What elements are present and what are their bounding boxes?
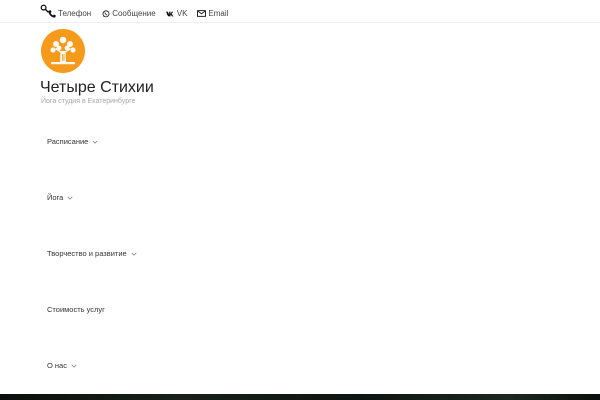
contact-email-label: Email bbox=[208, 9, 229, 18]
menu-item-label: О нас bbox=[47, 361, 67, 370]
chevron-down-icon bbox=[131, 252, 137, 256]
site-tagline: Йога студия в Екатеринбурге bbox=[41, 98, 136, 105]
chevron-down-icon bbox=[71, 364, 77, 368]
menu-item-schedule[interactable]: Расписание bbox=[47, 137, 98, 146]
site-logo[interactable] bbox=[41, 29, 85, 73]
menu-item-label: Стоимость услуг bbox=[47, 305, 105, 314]
contact-vk-label: VK bbox=[176, 9, 188, 18]
whatsapp-icon bbox=[101, 9, 110, 18]
menu-item-label: Расписание bbox=[47, 137, 89, 146]
phone-icon bbox=[47, 9, 56, 18]
site-title[interactable]: Четыре Стихии bbox=[40, 79, 154, 97]
contact-vk-link[interactable]: VK bbox=[166, 9, 188, 18]
mail-icon bbox=[197, 9, 207, 18]
menu-item-yoga[interactable]: Йога bbox=[47, 193, 73, 202]
menu-item-prices[interactable]: Стоимость услуг bbox=[47, 305, 105, 314]
contact-whatsapp-link[interactable]: Сообщение bbox=[101, 9, 156, 18]
menu-item-creativity[interactable]: Творчество и развитие bbox=[47, 249, 137, 258]
menu-item-label: Творчество и развитие bbox=[47, 249, 127, 258]
top-bar: Телефон Сообщение VK Email bbox=[0, 0, 600, 23]
tree-logo-icon bbox=[41, 29, 85, 73]
chevron-down-icon bbox=[67, 196, 73, 200]
contact-links: Телефон Сообщение VK Email bbox=[47, 9, 238, 18]
contact-email-link[interactable]: Email bbox=[197, 9, 228, 18]
chevron-down-icon bbox=[92, 140, 98, 144]
hero-image-edge bbox=[0, 394, 600, 400]
menu-item-label: Йога bbox=[47, 193, 64, 202]
vk-icon bbox=[166, 9, 175, 18]
menu-item-about[interactable]: О нас bbox=[47, 361, 77, 370]
contact-phone-link[interactable]: Телефон bbox=[47, 9, 91, 18]
contact-phone-label: Телефон bbox=[58, 9, 92, 18]
contact-whatsapp-label: Сообщение bbox=[112, 9, 156, 18]
